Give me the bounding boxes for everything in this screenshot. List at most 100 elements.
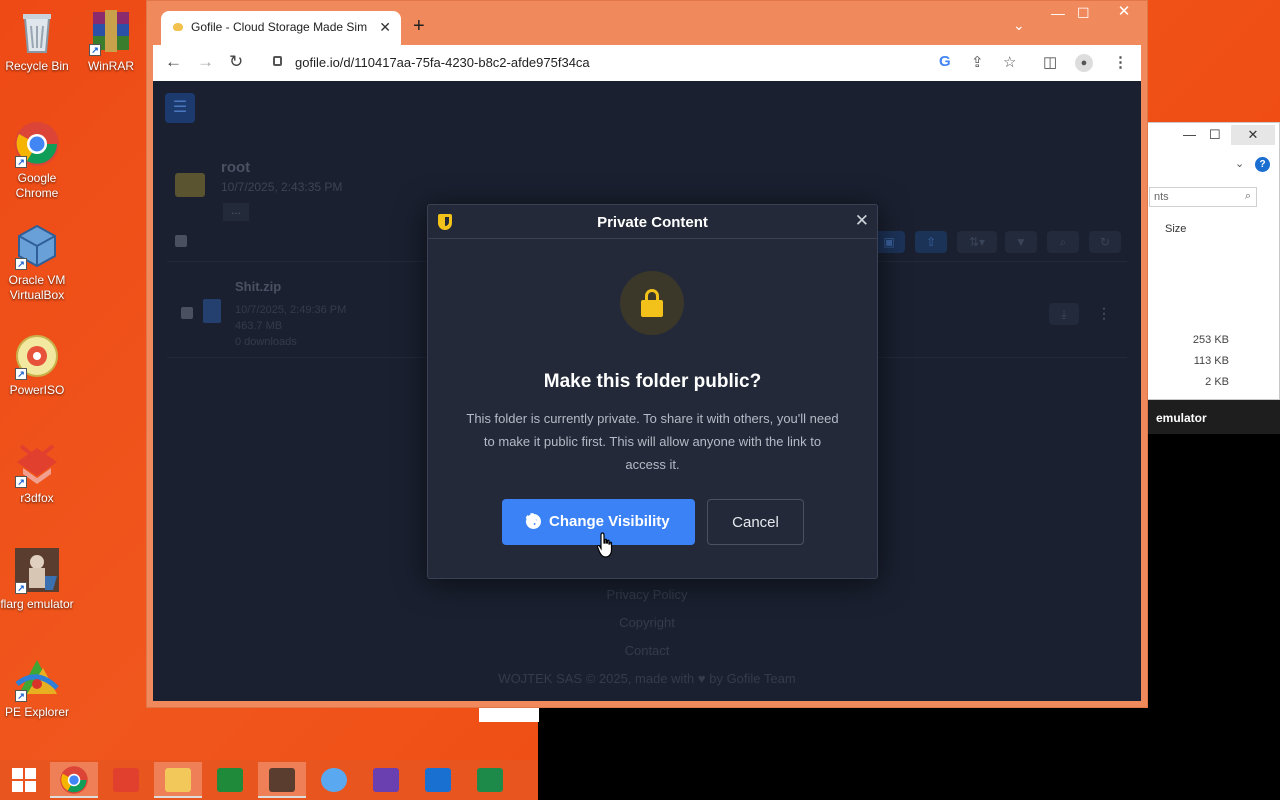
google-lens-icon[interactable]: G — [939, 53, 951, 70]
share-icon[interactable]: ⇪ — [971, 53, 984, 71]
virtualbox-icon: ↗ — [13, 222, 61, 270]
taskbar-trophy[interactable] — [362, 762, 410, 798]
dark-window-area — [538, 706, 1148, 800]
footer-copyright-link[interactable]: Copyright — [153, 615, 1141, 630]
modal-question: Make this folder public? — [543, 371, 762, 392]
folder-more-button[interactable]: ... — [223, 203, 249, 221]
shortcut-arrow-icon: ↗ — [89, 44, 101, 56]
chrome-window[interactable]: Gofile - Cloud Storage Made Sim ✕ + ⌄ — … — [146, 0, 1148, 708]
forward-arrow-icon[interactable]: → — [197, 52, 214, 72]
cancel-button[interactable]: Cancel — [707, 499, 804, 545]
close-icon[interactable]: ✕ — [1231, 125, 1275, 145]
profile-avatar-icon[interactable]: ● — [1075, 54, 1093, 72]
minimize-icon[interactable]: — — [1183, 127, 1196, 142]
column-header-size[interactable]: Size — [1165, 223, 1186, 235]
sun-icon — [321, 768, 347, 792]
taskbar-r3dfox[interactable] — [102, 762, 150, 798]
search-icon[interactable]: ⌕ — [1047, 231, 1079, 253]
emulator-window-title[interactable]: emulator — [1146, 400, 1280, 434]
shortcut-arrow-icon: ↗ — [15, 156, 27, 168]
taskbar-chrome[interactable] — [50, 762, 98, 798]
new-tab-button[interactable]: + — [413, 15, 425, 38]
file-size: 2 KB — [1205, 376, 1229, 388]
refresh-icon[interactable]: ↻ — [1089, 231, 1121, 253]
file-name[interactable]: Shit.zip — [235, 279, 281, 294]
explorer-titlebar[interactable]: — ☐ ✕ — [1147, 123, 1279, 149]
desktop-icon-virtualbox[interactable]: ↗ Oracle VM VirtualBox — [0, 222, 74, 303]
shortcut-arrow-icon: ↗ — [15, 476, 27, 488]
desktop-icon-pe-explorer[interactable]: ↗ PE Explorer — [0, 654, 74, 720]
desktop-icon-label: WinRAR — [87, 59, 134, 73]
desktop-icon-poweriso[interactable]: ↗ PowerISO — [0, 332, 74, 398]
address-bar[interactable]: gofile.io/d/110417aa-75fa-4230-b8c2-afde… — [261, 49, 961, 77]
footer-contact-link[interactable]: Contact — [153, 643, 1141, 658]
bookmark-star-icon[interactable]: ☆ — [1003, 53, 1016, 71]
pe-explorer-icon: ↗ — [13, 654, 61, 702]
maximize-icon[interactable]: ☐ — [1209, 127, 1221, 143]
file-date: 10/7/2025, 2:49:36 PM — [235, 304, 347, 316]
menu-kebab-icon[interactable]: ⋮ — [1113, 53, 1128, 71]
shortcut-arrow-icon: ↗ — [15, 258, 27, 270]
maximize-icon[interactable]: ☐ — [1077, 5, 1090, 22]
desktop-icon-label: PE Explorer — [4, 705, 70, 719]
taskbar — [0, 760, 538, 800]
desktop-icon-recycle-bin[interactable]: Recycle Bin — [0, 8, 74, 74]
modal-description: This folder is currently private. To sha… — [466, 411, 839, 472]
search-placeholder: nts — [1154, 191, 1169, 203]
chevron-down-icon[interactable]: ⌄ — [1235, 157, 1244, 170]
taskbar-weather[interactable] — [310, 762, 358, 798]
folder-icon — [175, 173, 205, 197]
help-icon[interactable]: ? — [1255, 157, 1270, 172]
menu-hamburger-icon[interactable]: ☰ — [165, 93, 195, 123]
reload-icon[interactable]: ↻ — [229, 52, 243, 72]
window-edge — [479, 706, 539, 722]
chrome-icon: ↗ — [13, 120, 61, 168]
file-explorer-window[interactable]: — ☐ ✕ ⌄ ? nts ⌕ Size 253 KB 113 KB 2 KB — [1146, 122, 1280, 400]
tab-search-chevron-icon[interactable]: ⌄ — [1013, 17, 1025, 34]
cancel-label: Cancel — [732, 514, 779, 531]
filter-icon[interactable]: ▼ — [1005, 231, 1037, 253]
tab-gofile[interactable]: Gofile - Cloud Storage Made Sim ✕ — [161, 11, 401, 45]
gear-icon — [525, 511, 541, 531]
shortcut-arrow-icon: ↗ — [15, 582, 27, 594]
taskbar-store[interactable] — [206, 762, 254, 798]
trophy-icon — [373, 768, 399, 792]
sort-button[interactable]: ⇅▾ — [957, 231, 997, 253]
private-content-modal: Private Content ✕ Make this folder publi… — [427, 204, 878, 579]
side-panel-icon[interactable]: ◫ — [1043, 53, 1057, 71]
desktop-icon-winrar[interactable]: ↗ WinRAR — [74, 8, 148, 74]
file-size: 113 KB — [1193, 355, 1229, 367]
upload-button[interactable]: ⇧ — [915, 231, 947, 253]
minimize-icon[interactable]: — — [1051, 5, 1065, 21]
taskbar-file-explorer[interactable] — [154, 762, 202, 798]
start-button[interactable] — [0, 762, 48, 798]
desktop-icon-flarg-emulator[interactable]: ↗ flarg emulator — [0, 546, 74, 612]
taskbar-stocks[interactable] — [466, 762, 514, 798]
taskbar-flarg-emulator[interactable] — [258, 762, 306, 798]
row-kebab-icon[interactable]: ⋮ — [1097, 305, 1111, 322]
lock-icon[interactable] — [273, 56, 282, 66]
back-arrow-icon[interactable]: ← — [165, 52, 182, 72]
desktop-icon-r3dfox[interactable]: ↗ r3dfox — [0, 440, 74, 506]
desktop-icon-chrome[interactable]: ↗ Google Chrome — [0, 120, 74, 201]
row-checkbox[interactable] — [181, 307, 193, 319]
desktop-icon-label: Google Chrome — [15, 171, 59, 200]
select-all-checkbox[interactable] — [175, 235, 187, 247]
tab-close-icon[interactable]: ✕ — [379, 19, 391, 36]
r3dfox-icon: ↗ — [13, 440, 61, 488]
store-icon — [217, 768, 243, 792]
chrome-icon — [60, 766, 88, 794]
page-viewport: ☰ root 10/7/2025, 2:43:35 PM ... ▣ ⇧ ⇅▾ … — [153, 81, 1141, 701]
footer-credit: WOJTEK SAS © 2025, made with ♥ by Gofile… — [498, 671, 796, 686]
taskbar-mail[interactable] — [414, 762, 462, 798]
footer-privacy-link[interactable]: Privacy Policy — [153, 587, 1141, 602]
desktop-icon-label: Oracle VM VirtualBox — [8, 273, 66, 302]
explorer-search-input[interactable]: nts ⌕ — [1149, 187, 1257, 207]
search-icon: ⌕ — [1244, 190, 1251, 202]
window-close-button[interactable]: ✕ — [1101, 1, 1147, 25]
close-icon[interactable]: ✕ — [855, 211, 869, 231]
desktop-icon-label: Recycle Bin — [5, 59, 69, 73]
winrar-icon: ↗ — [87, 8, 135, 56]
download-icon[interactable]: ⤓ — [1049, 303, 1079, 325]
r3dfox-icon — [113, 768, 139, 792]
